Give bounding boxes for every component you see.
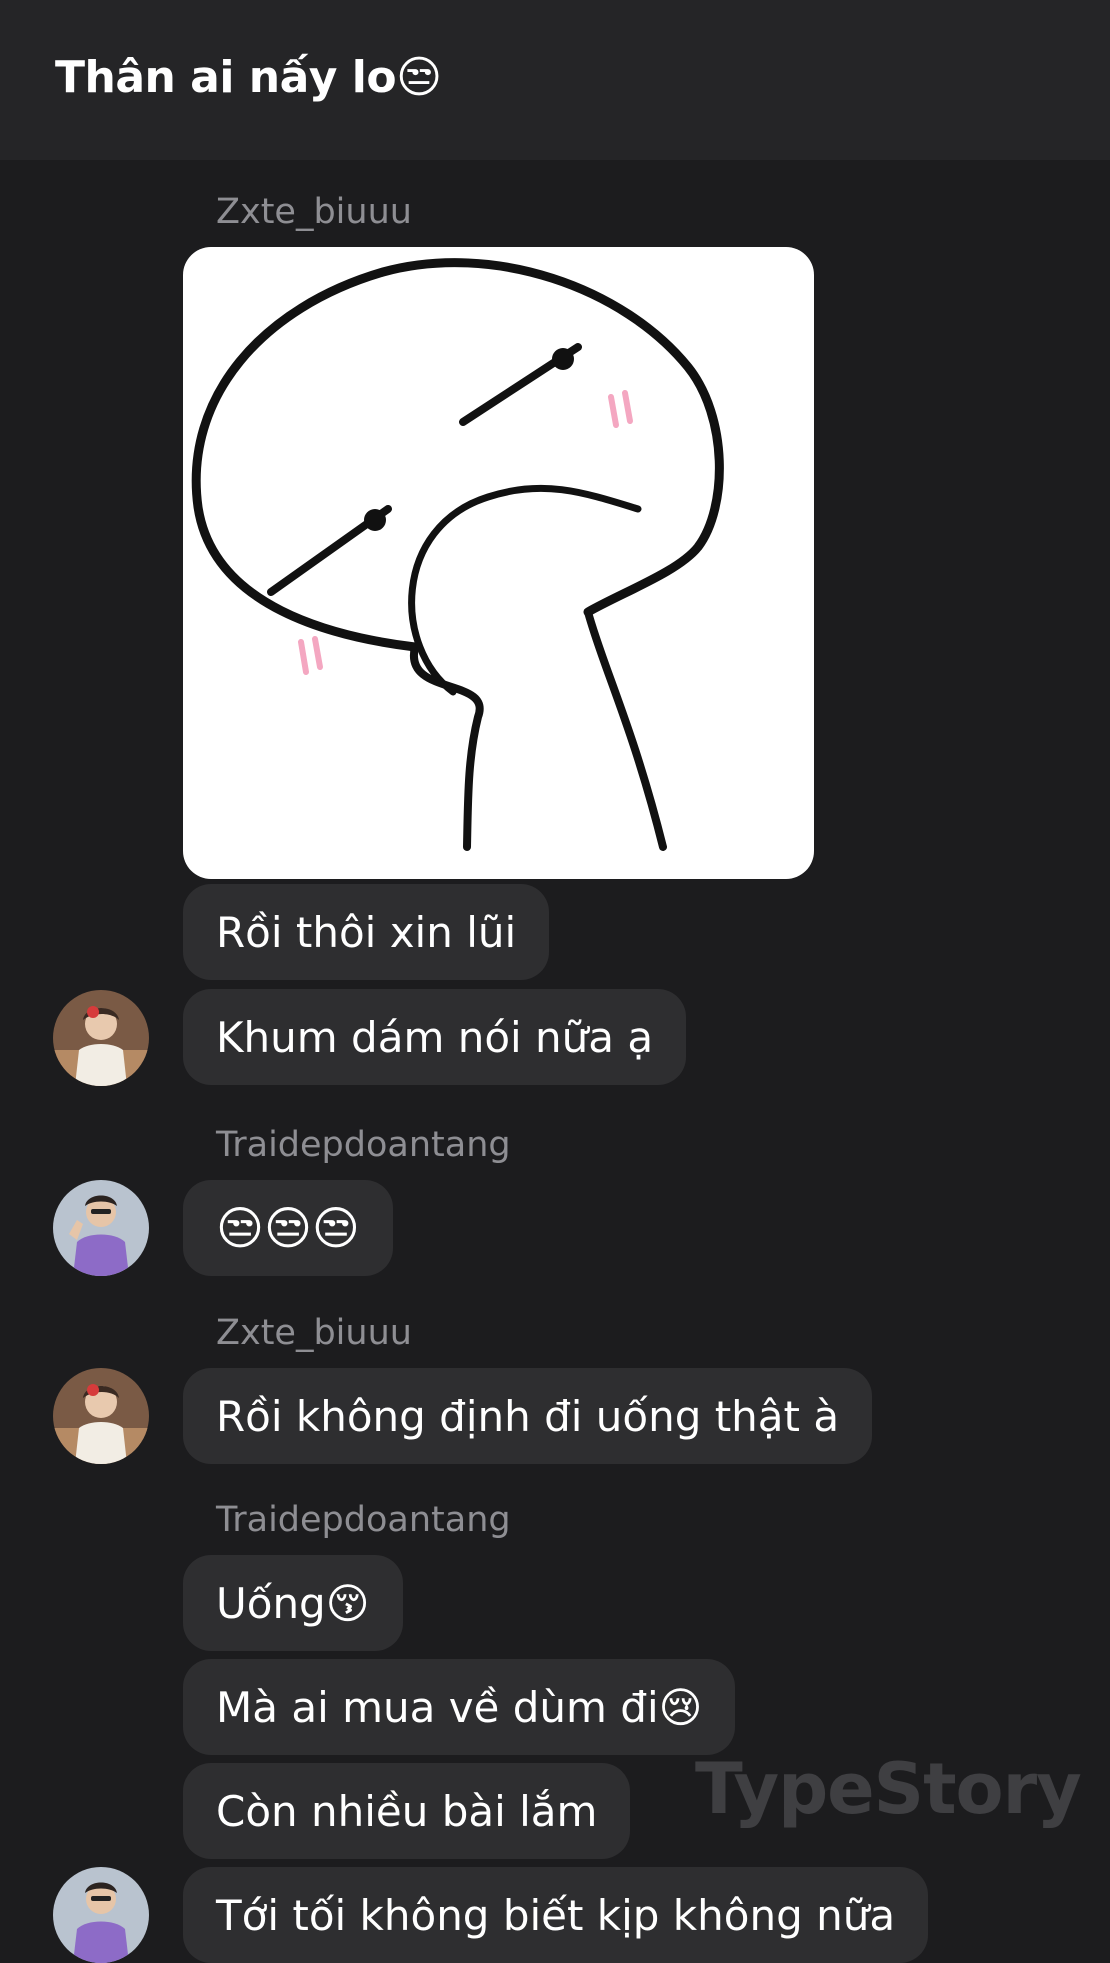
message-bubble[interactable]: Rồi thôi xin lũi — [183, 884, 550, 980]
message-bubble[interactable]: Uống😚 — [183, 1555, 403, 1651]
avatar-traidepdoantang-icon[interactable] — [53, 1867, 149, 1963]
message-bubble[interactable]: Tới tối không biết kịp không nữa — [183, 1867, 929, 1963]
conversation-title[interactable]: Thân ai nấy lo😒 — [55, 52, 442, 103]
sender-name: Traidepdoantang — [216, 1500, 511, 1540]
sender-name: Zxte_biuuu — [216, 192, 412, 232]
avatar-zxte-biuuu-icon[interactable] — [53, 1368, 149, 1464]
sender-name: Traidepdoantang — [216, 1125, 511, 1165]
sender-name: Zxte_biuuu — [216, 1313, 412, 1353]
message-bubble[interactable]: 😒😒😒 — [183, 1180, 393, 1276]
watermark: TypeStory — [695, 1748, 1082, 1830]
message-bubble[interactable]: Rồi không định đi uống thật à — [183, 1368, 873, 1464]
sticker-image[interactable] — [183, 247, 814, 879]
message-bubble[interactable]: Còn nhiều bài lắm — [183, 1763, 631, 1859]
chat-header: Thân ai nấy lo😒 — [0, 0, 1110, 160]
avatar-zxte-biuuu-icon[interactable] — [53, 990, 149, 1086]
avatar-traidepdoantang-icon[interactable] — [53, 1180, 149, 1276]
smug-face-sticker-icon — [191, 258, 724, 851]
message-bubble[interactable]: Mà ai mua về dùm đi😢 — [183, 1659, 736, 1755]
message-bubble[interactable]: Khum dám nói nữa ạ — [183, 989, 687, 1085]
